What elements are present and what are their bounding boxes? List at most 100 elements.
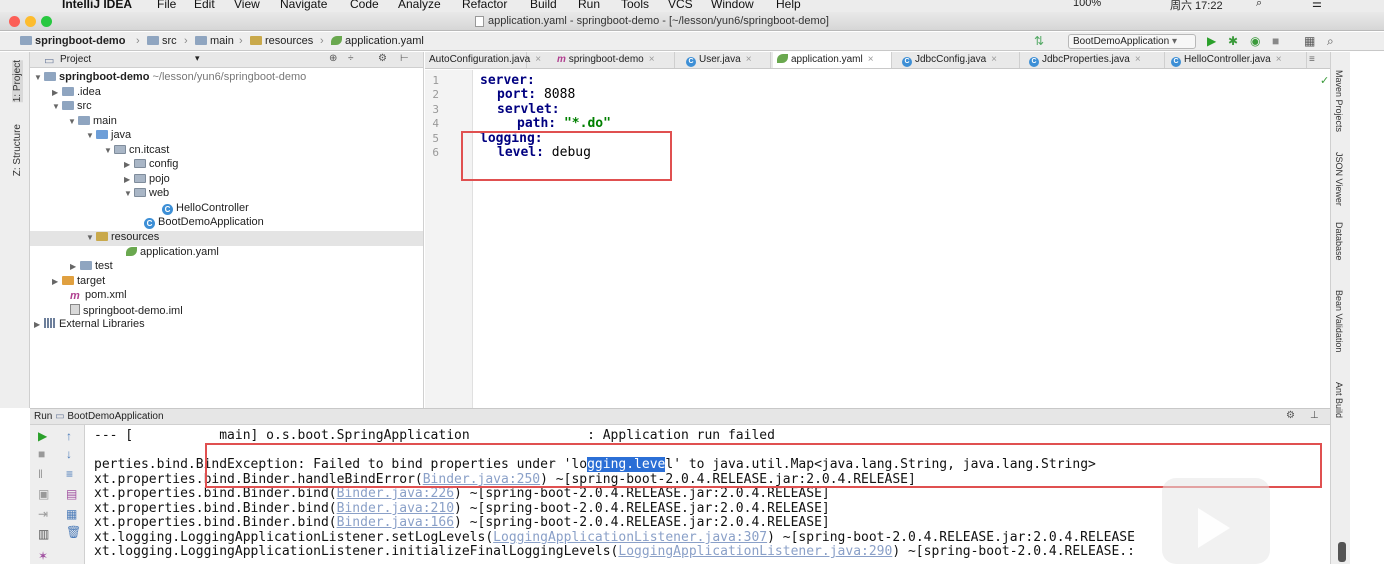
coverage-icon[interactable]: ◉ — [1250, 34, 1260, 48]
menu-app-name[interactable]: IntelliJ IDEA — [62, 0, 132, 11]
project-structure-icon[interactable]: ▦ — [1304, 34, 1315, 48]
close-icon[interactable]: × — [649, 54, 655, 65]
code-editor[interactable]: 1 2 3 4 5 6 server: port: 8088 servlet: … — [425, 70, 1330, 408]
close-icon[interactable]: × — [1135, 54, 1141, 65]
sync-icon[interactable]: ⊕ — [329, 53, 337, 64]
menu-help[interactable]: Help — [776, 0, 801, 11]
breadcrumb-src[interactable]: src — [147, 35, 177, 47]
debug-icon[interactable]: ✱ — [1228, 34, 1238, 48]
menu-file[interactable]: File — [157, 0, 176, 11]
tab-springboot-demo[interactable]: m springboot-demo × — [553, 52, 675, 68]
menu-edit[interactable]: Edit — [194, 0, 215, 11]
close-icon[interactable]: × — [535, 54, 541, 65]
menu-build[interactable]: Build — [530, 0, 557, 11]
sort-icon[interactable]: ⇅ — [1034, 34, 1044, 48]
scroll-down-icon[interactable]: ↓ — [66, 447, 72, 461]
tree-item-bootdemoapplication[interactable]: C BootDemoApplication — [144, 216, 264, 231]
bean-validation-tool-button[interactable]: Bean Validation — [1334, 290, 1344, 352]
close-icon[interactable]: × — [746, 54, 752, 65]
layout-icon[interactable]: ▥ — [38, 527, 49, 541]
video-play-overlay[interactable] — [1162, 478, 1270, 564]
maven-projects-tool-button[interactable]: Maven Projects — [1334, 70, 1344, 132]
menu-window[interactable]: Window — [711, 0, 754, 11]
tree-item-external-libraries[interactable]: ▶ External Libraries — [34, 318, 145, 333]
spotlight-icon[interactable]: ⌕ — [1256, 0, 1262, 10]
hide-icon[interactable]: ⊢ — [400, 53, 409, 64]
tree-item-project-root[interactable]: ▼ springboot-demo ~/lesson/yun6/springboo… — [34, 71, 306, 86]
tree-item-src[interactable]: ▼ src — [52, 100, 92, 115]
close-icon[interactable]: × — [868, 54, 874, 65]
menu-navigate[interactable]: Navigate — [280, 0, 327, 11]
tree-item-iml[interactable]: springboot-demo.iml — [70, 304, 183, 319]
structure-tool-button[interactable]: Z: Structure — [12, 124, 23, 176]
tree-item-java[interactable]: ▼ java — [86, 129, 131, 144]
tree-item-web[interactable]: ▼ web — [124, 187, 169, 202]
menu-tools[interactable]: Tools — [621, 0, 649, 11]
exit-icon[interactable]: ⇥ — [38, 507, 48, 521]
dump-threads-icon[interactable]: ▣ — [38, 487, 49, 501]
tree-item-pom-xml[interactable]: m pom.xml — [70, 289, 127, 304]
tree-item-main[interactable]: ▼ main — [68, 115, 117, 130]
run-panel-title[interactable]: Run ▭ BootDemoApplication — [34, 411, 164, 422]
breadcrumb-project[interactable]: springboot-demo — [20, 35, 125, 47]
pause-icon[interactable]: ‖ — [38, 467, 43, 481]
run-icon[interactable]: ▶ — [1207, 34, 1216, 48]
zoom-window-button[interactable] — [41, 16, 52, 27]
source-link[interactable]: LoggingApplicationListener.java:307 — [493, 530, 767, 545]
tree-item-target[interactable]: ▶ target — [52, 275, 105, 290]
menu-list-icon[interactable]: ☰ — [1312, 0, 1322, 10]
breadcrumb-main[interactable]: main — [195, 35, 234, 47]
close-icon[interactable]: × — [991, 54, 997, 65]
tree-item-hellocontroller[interactable]: C HelloController — [162, 202, 249, 217]
json-viewer-tool-button[interactable]: JSON Viewer — [1334, 152, 1344, 206]
search-icon[interactable]: ⌕ — [1327, 34, 1334, 49]
gear-icon[interactable]: ⚙ — [1286, 410, 1295, 421]
database-tool-button[interactable]: Database — [1334, 222, 1344, 261]
gear-icon[interactable]: ⚙ — [378, 53, 387, 64]
menu-view[interactable]: View — [234, 0, 260, 11]
trash-icon[interactable]: 🗑 — [66, 525, 81, 539]
chevron-down-icon[interactable]: ▾ — [195, 53, 200, 64]
tab-list-icon[interactable]: ≡ — [1309, 54, 1315, 65]
project-view-title[interactable]: Project — [60, 54, 91, 65]
source-link[interactable]: LoggingApplicationListener.java:290 — [618, 544, 892, 559]
print-icon[interactable]: ▤ — [66, 487, 77, 501]
stop-icon[interactable]: ■ — [1272, 34, 1279, 48]
project-tool-button[interactable]: 1: Project — [12, 60, 23, 103]
breadcrumb-file[interactable]: application.yaml — [331, 35, 424, 47]
rerun-icon[interactable]: ▶ — [38, 429, 47, 443]
menu-refactor[interactable]: Refactor — [462, 0, 507, 11]
tree-item-config[interactable]: ▶ config — [124, 158, 178, 173]
pin-icon[interactable]: ✶ — [38, 549, 48, 563]
soft-wrap-icon[interactable]: ≡ — [66, 467, 73, 481]
tree-item-cn-itcast[interactable]: ▼ cn.itcast — [104, 144, 169, 159]
tab-jdbcconfig[interactable]: C JdbcConfig.java × — [898, 52, 1020, 68]
tree-item-resources[interactable]: ▼ resources — [30, 231, 423, 246]
run-config-selector[interactable]: BootDemoApplication ▾ — [1068, 34, 1196, 49]
console-scrollbar[interactable] — [1338, 542, 1346, 562]
hide-panel-icon[interactable]: ⊥ — [1310, 410, 1319, 421]
stop-icon[interactable]: ■ — [38, 447, 45, 461]
tab-jdbcproperties[interactable]: C JdbcProperties.java × — [1025, 52, 1165, 68]
tree-item-idea[interactable]: ▶ .idea — [52, 86, 101, 101]
close-window-button[interactable] — [9, 16, 20, 27]
menu-vcs[interactable]: VCS — [668, 0, 693, 11]
menu-analyze[interactable]: Analyze — [398, 0, 441, 11]
close-icon[interactable]: × — [1276, 54, 1282, 65]
source-link[interactable]: Binder.java:210 — [337, 501, 454, 516]
ant-build-tool-button[interactable]: Ant Build — [1334, 382, 1344, 418]
tree-item-application-yaml[interactable]: application.yaml — [126, 246, 219, 261]
tab-application-yaml[interactable]: application.yaml × — [773, 52, 892, 68]
tab-hellocontroller[interactable]: C HelloController.java × — [1167, 52, 1307, 68]
tree-item-pojo[interactable]: ▶ pojo — [124, 173, 170, 188]
scroll-up-icon[interactable]: ↑ — [66, 429, 72, 443]
source-link[interactable]: Binder.java:226 — [337, 486, 454, 501]
minimize-window-button[interactable] — [25, 16, 36, 27]
tree-item-test[interactable]: ▶ test — [70, 260, 113, 275]
menu-code[interactable]: Code — [350, 0, 379, 11]
restore-layout-icon[interactable]: ▦ — [66, 507, 77, 521]
tab-autoconfiguration[interactable]: AutoConfiguration.java × — [425, 52, 541, 68]
collapse-icon[interactable]: ÷ — [348, 53, 354, 64]
source-link[interactable]: Binder.java:166 — [337, 515, 454, 530]
tab-user-java[interactable]: C User.java × — [682, 52, 771, 68]
